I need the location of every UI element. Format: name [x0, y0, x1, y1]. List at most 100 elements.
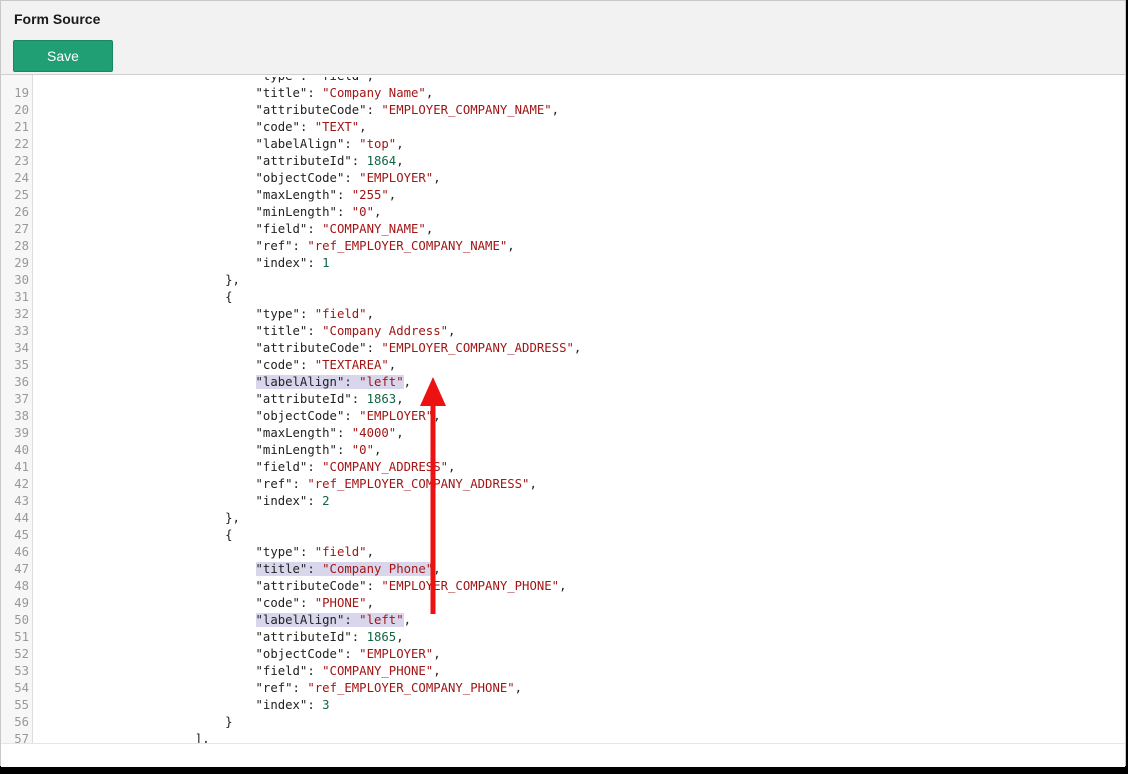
code-tokens: "attributeId": 1863, — [256, 392, 404, 406]
punct-token: : — [299, 545, 315, 559]
code-tokens: "minLength": "0", — [256, 443, 382, 457]
key-token: "objectCode" — [255, 171, 345, 185]
punct-token: : — [307, 698, 323, 712]
punct-token: : — [366, 341, 382, 355]
code-line: 19 "title": "Company Name", — [1, 85, 1125, 102]
line-number: 28 — [14, 239, 29, 253]
code-line: 53 "field": "COMPANY_PHONE", — [1, 663, 1125, 680]
key-token: "attributeCode" — [255, 103, 367, 117]
code-text: ], — [195, 731, 210, 743]
code-line: 54 "ref": "ref_EMPLOYER_COMPANY_PHONE", — [1, 680, 1125, 697]
code-text: "maxLength": "255", — [256, 187, 397, 204]
string-token: "0" — [351, 205, 374, 219]
code-line: 21 "code": "TEXT", — [1, 119, 1125, 136]
line-number: 23 — [14, 154, 29, 168]
line-number: 49 — [14, 596, 29, 610]
punct-token: , — [559, 579, 567, 593]
punct-token: : — [307, 324, 323, 338]
key-token: "maxLength" — [255, 426, 337, 440]
save-button[interactable]: Save — [13, 40, 113, 72]
punct-token: : — [351, 154, 367, 168]
line-number: 53 — [14, 664, 29, 678]
punct-token: , — [433, 171, 441, 185]
code-lines: "type": "field", 19 "title": "Company Name… — [1, 77, 1125, 743]
code-text: "code": "PHONE", — [256, 595, 374, 612]
string-token: "left" — [359, 375, 404, 389]
key-token: "index" — [255, 494, 308, 508]
punct-token: : — [336, 205, 352, 219]
code-line: 50 "labelAlign": "left", — [1, 612, 1125, 629]
code-text: "attributeCode": "EMPLOYER_COMPANY_NAME"… — [256, 102, 560, 119]
code-text: "ref": "ref_EMPLOYER_COMPANY_NAME", — [256, 238, 515, 255]
key-token: "field" — [255, 222, 308, 236]
line-number: 41 — [14, 460, 29, 474]
code-line: 29 "index": 1 — [1, 255, 1125, 272]
key-token: "attributeCode" — [255, 341, 367, 355]
code-text: } — [225, 714, 232, 731]
punct-token: : — [344, 375, 360, 389]
line-number: 25 — [14, 188, 29, 202]
code-line: 47 "title": "Company Phone", — [1, 561, 1125, 578]
code-text: "objectCode": "EMPLOYER", — [256, 170, 441, 187]
code-text: "field": "COMPANY_PHONE", — [256, 663, 441, 680]
code-text: "type": "field", — [256, 306, 374, 323]
code-line: 41 "field": "COMPANY_ADDRESS", — [1, 459, 1125, 476]
horizontal-scrollbar[interactable] — [1, 743, 1125, 767]
key-token: "minLength" — [255, 443, 337, 457]
code-tokens: } — [225, 715, 232, 729]
punct-token: : — [344, 409, 360, 423]
code-tokens: "code": "TEXT", — [256, 120, 367, 134]
punct-token: , — [396, 137, 404, 151]
line-number: 22 — [14, 137, 29, 151]
punct-token: } — [225, 715, 233, 729]
code-tokens: ], — [195, 732, 210, 743]
code-tokens: "field": "COMPANY_ADDRESS", — [256, 460, 456, 474]
punct-token: , — [396, 426, 404, 440]
key-token: "index" — [255, 256, 308, 270]
string-token: "ref_EMPLOYER_COMPANY_ADDRESS" — [307, 477, 530, 491]
code-editor[interactable]: "type": "field", 19 "title": "Company Name… — [1, 75, 1125, 743]
code-tokens: "index": 3 — [256, 698, 330, 712]
punct-token: : — [366, 103, 382, 117]
line-number: 24 — [14, 171, 29, 185]
punct-token: }, — [225, 511, 240, 525]
punct-token: , — [425, 222, 434, 236]
punct-token: , — [507, 239, 515, 253]
string-token: "EMPLOYER" — [359, 647, 434, 661]
string-token: "4000" — [351, 426, 397, 440]
line-number: 30 — [14, 273, 29, 287]
punct-token: : — [307, 222, 323, 236]
line-number: 37 — [14, 392, 29, 406]
key-token: "field" — [255, 460, 308, 474]
highlighted-code: "title": "Company Phone" — [255, 562, 434, 576]
punct-token: { — [225, 528, 233, 542]
code-line: 26 "minLength": "0", — [1, 204, 1125, 221]
punct-token: , — [373, 443, 382, 457]
punct-token: : — [336, 188, 352, 202]
line-number: 48 — [14, 579, 29, 593]
key-token: "code" — [255, 120, 300, 134]
punct-token: , — [433, 562, 441, 576]
punct-token: : — [299, 120, 315, 134]
code-tokens: "type": "field", — [256, 307, 374, 321]
code-text: "ref": "ref_EMPLOYER_COMPANY_ADDRESS", — [256, 476, 537, 493]
key-token: "minLength" — [255, 205, 337, 219]
code-line: 55 "index": 3 — [1, 697, 1125, 714]
code-text: }, — [225, 510, 240, 527]
key-token: "ref" — [255, 477, 293, 491]
code-text: "attributeId": 1865, — [256, 629, 404, 646]
line-number: 26 — [14, 205, 29, 219]
string-token: "ref_EMPLOYER_COMPANY_NAME" — [307, 239, 508, 253]
line-number: 33 — [14, 324, 29, 338]
key-token: "title" — [255, 562, 308, 576]
code-line: 38 "objectCode": "EMPLOYER", — [1, 408, 1125, 425]
code-tokens: "ref": "ref_EMPLOYER_COMPANY_NAME", — [256, 239, 515, 253]
punct-token: : — [351, 392, 367, 406]
code-tokens: "field": "COMPANY_NAME", — [256, 222, 434, 236]
code-line: 35 "code": "TEXTAREA", — [1, 357, 1125, 374]
code-text: "type": "field", — [256, 77, 374, 85]
punct-token: , — [396, 392, 404, 406]
code-text: }, — [225, 272, 240, 289]
punct-token: , — [573, 341, 582, 355]
line-number: 21 — [14, 120, 29, 134]
